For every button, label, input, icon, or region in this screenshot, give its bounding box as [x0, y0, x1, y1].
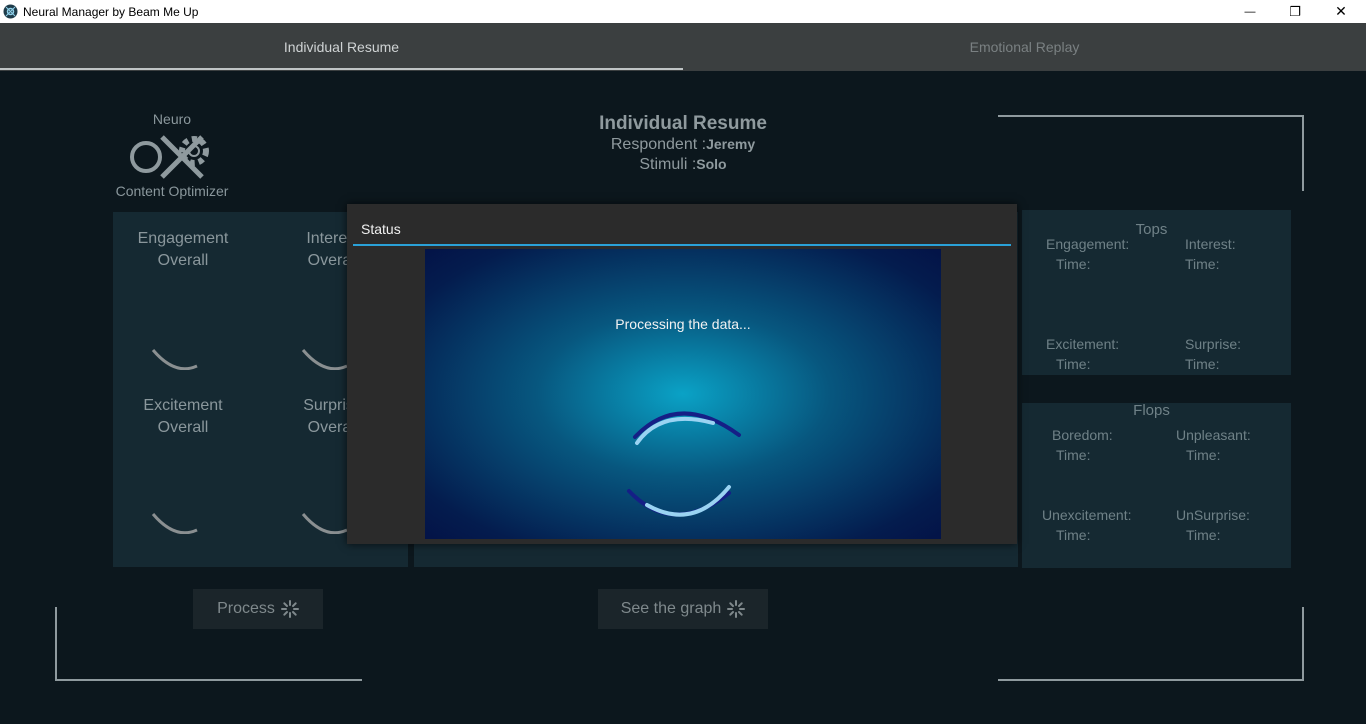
flops-unexcitement: Unexcitement: Time: [1042, 505, 1131, 545]
flops-boredom: Boredom: Time: [1052, 425, 1113, 465]
tops-item-time: Time: [1185, 356, 1220, 372]
header-block: Individual Resume Respondent :Jeremy Sti… [0, 113, 1366, 175]
tops-item-label: Excitement: [1046, 336, 1120, 352]
flops-item-label: Unexcitement: [1042, 507, 1132, 523]
process-button-label: Process [217, 600, 275, 617]
spinner-icon [280, 600, 299, 618]
flops-unsurprise: UnSurprise: Time: [1176, 505, 1250, 545]
stimuli-line: Stimuli :Solo [0, 154, 1366, 175]
tops-panel: Tops Engagement: Time: Interest: Time: E… [1022, 210, 1291, 375]
tops-surprise: Surprise: Time: [1185, 334, 1241, 374]
respondent-line: Respondent :Jeremy [0, 135, 1366, 154]
tab-individual-resume[interactable]: Individual Resume [0, 23, 683, 71]
metric-engagement: Engagement Overall [113, 228, 253, 272]
flops-item-time: Time: [1056, 447, 1091, 463]
flops-item-label: Boredom: [1052, 427, 1113, 443]
tab-bar: Individual Resume Emotional Replay [0, 23, 1366, 71]
metric-excitement: Excitement Overall [113, 395, 253, 439]
logo-text-bottom: Content Optimizer [115, 183, 229, 199]
flops-item-time: Time: [1186, 447, 1221, 463]
window-title: Neural Manager by Beam Me Up [23, 5, 199, 19]
status-dialog-body: Processing the data... [425, 249, 941, 539]
loading-spinner-icon [627, 411, 741, 517]
tops-item-time: Time: [1056, 256, 1091, 272]
respondent-value: Jeremy [706, 136, 756, 152]
spinner-icon [727, 600, 746, 618]
tops-interest: Interest: Time: [1185, 234, 1236, 274]
see-graph-button[interactable]: See the graph [598, 589, 768, 629]
tops-engagement: Engagement: Time: [1046, 234, 1129, 274]
tops-excitement: Excitement: Time: [1046, 334, 1119, 374]
tops-item-label: Interest: [1185, 236, 1236, 252]
metric-name: Engagement [137, 230, 229, 247]
status-dialog: Status Processing the data... [347, 204, 1017, 544]
tops-item-time: Time: [1056, 356, 1091, 372]
status-dialog-title: Status [361, 221, 401, 237]
app-logo-icon [3, 4, 18, 19]
minimize-icon: — [1244, 5, 1256, 18]
flops-item-label: UnSurprise: [1176, 507, 1250, 523]
metric-sub: Overall [157, 419, 209, 436]
close-icon: ✕ [1335, 3, 1347, 19]
tops-item-time: Time: [1185, 256, 1220, 272]
process-button[interactable]: Process [193, 589, 323, 629]
metric-name: Excitement [143, 397, 223, 414]
stimuli-value: Solo [696, 156, 727, 172]
frame-corner-bottom-right [998, 607, 1304, 681]
restore-icon: ❐ [1289, 3, 1301, 19]
active-tab-indicator [0, 68, 683, 70]
status-dialog-divider [353, 244, 1011, 246]
minimize-button[interactable]: — [1227, 0, 1273, 23]
excitement-gauge-icon [151, 513, 198, 534]
flops-unpleasant: Unpleasant: Time: [1176, 425, 1251, 465]
tops-item-label: Engagement: [1046, 236, 1130, 252]
flops-panel: Flops Boredom: Time: Unpleasant: Time: U… [1022, 402, 1291, 568]
maximize-button[interactable]: ❐ [1272, 0, 1318, 23]
stimuli-label: Stimuli : [639, 156, 697, 173]
close-button[interactable]: ✕ [1318, 0, 1364, 23]
respondent-label: Respondent : [610, 136, 707, 153]
page-title: Individual Resume [599, 113, 767, 134]
see-graph-button-label: See the graph [620, 600, 722, 617]
processing-message: Processing the data... [615, 316, 751, 332]
engagement-gauge-icon [151, 349, 198, 370]
flops-item-label: Unpleasant: [1176, 427, 1251, 443]
window-titlebar: Neural Manager by Beam Me Up — ❐ ✕ [0, 0, 1366, 23]
flops-title: Flops [1133, 402, 1170, 419]
tops-item-label: Surprise: [1185, 336, 1242, 352]
metric-sub: Overall [157, 252, 209, 269]
tab-emotional-replay[interactable]: Emotional Replay [683, 23, 1366, 71]
flops-item-time: Time: [1186, 527, 1221, 543]
flops-item-time: Time: [1056, 527, 1091, 543]
